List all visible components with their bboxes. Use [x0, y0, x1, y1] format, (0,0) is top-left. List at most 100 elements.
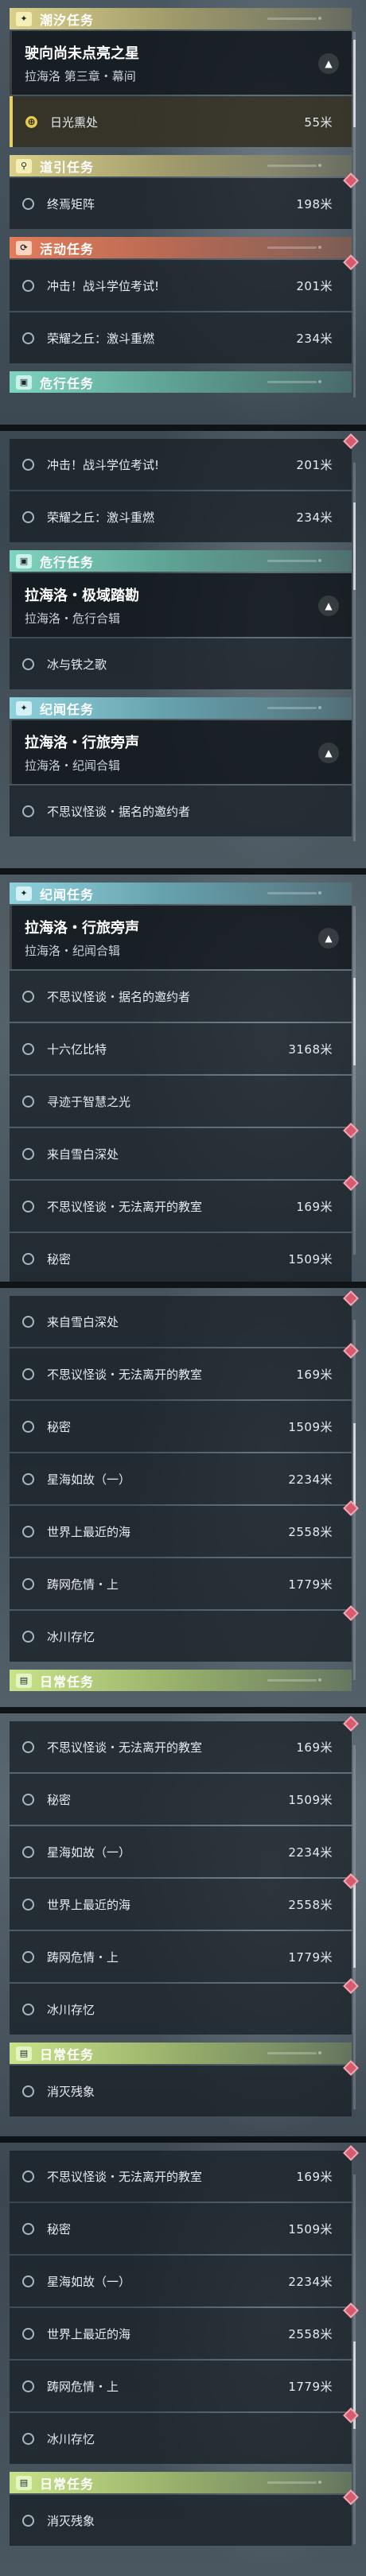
- quest-row[interactable]: 消灭残象: [10, 2060, 359, 2116]
- category-header[interactable]: ✦ 纪闻任务: [10, 883, 352, 904]
- category-header[interactable]: ▤ 日常任务: [10, 2472, 352, 2493]
- category-header[interactable]: ✦ 潮汐任务: [10, 8, 352, 29]
- quest-name: 世界上最近的海: [47, 2326, 131, 2341]
- category-label: 危行任务: [40, 375, 95, 391]
- story-task-icon: ✦: [16, 700, 32, 716]
- quest-row[interactable]: 来自雪白深处: [10, 1123, 359, 1179]
- circle-icon: [22, 1630, 34, 1643]
- quest-row[interactable]: 踌网危情・上 1779米: [10, 1931, 352, 1982]
- quest-row[interactable]: 不思议怪谈・无法离开的教室 169米: [10, 2145, 359, 2202]
- circle-icon: [22, 1740, 34, 1753]
- quest-chapter-header[interactable]: 拉海洛・极域踏勘 拉海洛・危行合辑 ▲: [10, 573, 352, 637]
- circle-icon: [22, 1845, 34, 1858]
- category-header[interactable]: ▤ 日常任务: [10, 1670, 352, 1691]
- scrollbar-thumb[interactable]: [353, 40, 356, 127]
- scrollbar[interactable]: [353, 2174, 356, 2544]
- quest-row[interactable]: 不思议怪谈・无法离开的教室 169米: [10, 1343, 359, 1399]
- quest-row[interactable]: 世界上最近的海 2558米: [10, 1873, 359, 1930]
- category-label: 潮汐任务: [40, 12, 95, 28]
- quest-row[interactable]: 冲击！战斗学位考试! 201米: [10, 433, 359, 490]
- circle-icon: [22, 2380, 34, 2392]
- scrollbar[interactable]: [353, 463, 356, 841]
- quest-row[interactable]: ⊕ 日光熏处 55米: [10, 96, 352, 147]
- quest-distance: 201米: [296, 457, 333, 472]
- category-header[interactable]: ✦ 纪闻任务: [10, 697, 352, 719]
- quest-distance: 169米: [296, 1740, 333, 1755]
- circle-icon: [22, 2085, 34, 2097]
- category-header[interactable]: ▣ 危行任务: [10, 550, 352, 572]
- scrollbar-thumb[interactable]: [353, 502, 356, 590]
- scrollbar-thumb[interactable]: [353, 1880, 356, 1968]
- danger-task-icon: ▣: [16, 374, 32, 390]
- quest-row[interactable]: 秘密 1509米: [10, 1774, 352, 1825]
- quest-row[interactable]: 踌网危情・上 1779米: [10, 1558, 352, 1609]
- quest-row[interactable]: 踌网危情・上 1779米: [10, 2361, 352, 2411]
- quest-name: 冲击！战斗学位考试!: [47, 457, 160, 472]
- quest-distance: 3168米: [288, 1042, 333, 1057]
- circle-icon: [22, 197, 34, 210]
- category-header[interactable]: ⟳ 活动任务: [10, 237, 352, 258]
- chapter-title: 驶向尚未点亮之星: [25, 45, 139, 62]
- scrollbar[interactable]: [353, 1320, 356, 1680]
- quest-name: 冰与铁之歌: [47, 657, 107, 672]
- quest-name: 日光熏处: [50, 114, 99, 130]
- quest-chapter-header[interactable]: 拉海洛・行旅旁声 拉海洛・纪闻合辑 ▲: [10, 906, 352, 969]
- quest-row[interactable]: 终焉矩阵 198米: [10, 173, 359, 229]
- quest-row[interactable]: 不思议怪谈・无法离开的教室 169米: [10, 1716, 359, 1772]
- quest-name: 消灭残象: [47, 2513, 95, 2528]
- quest-row[interactable]: 世界上最近的海 2558米: [10, 2302, 359, 2359]
- scrollbar-thumb[interactable]: [353, 978, 356, 1065]
- scrollbar[interactable]: [353, 32, 356, 398]
- quest-row[interactable]: 消灭残象: [10, 2489, 359, 2546]
- screen-divider: [0, 1282, 366, 1288]
- chevron-up-icon[interactable]: ▲: [318, 596, 339, 616]
- quest-distance: 1779米: [288, 1949, 333, 1965]
- chevron-up-icon[interactable]: ▲: [318, 928, 339, 949]
- quest-row[interactable]: 荣耀之丘：激斗重燃 234米: [10, 491, 352, 542]
- chapter-subtitle: 拉海洛 第三章・幕间: [25, 69, 136, 83]
- quest-row[interactable]: 秘密 1509米: [10, 2203, 352, 2254]
- quest-row[interactable]: 秘密 1509米: [10, 1233, 352, 1284]
- quest-row[interactable]: 冰川存忆: [10, 1978, 359, 2035]
- circle-icon: [22, 332, 34, 344]
- quest-name: 不思议怪谈・无法离开的教室: [47, 1367, 203, 1382]
- quest-row[interactable]: 冰与铁之歌: [10, 638, 352, 689]
- category-header[interactable]: ⚲ 道引任务: [10, 155, 352, 177]
- chevron-up-icon[interactable]: ▲: [318, 743, 339, 763]
- quest-row[interactable]: 冰川存忆: [10, 1605, 359, 1662]
- quest-row[interactable]: 十六亿比特 3168米: [10, 1023, 352, 1074]
- circle-icon: [22, 1200, 34, 1212]
- quest-name: 冲击！战斗学位考试!: [47, 278, 160, 293]
- decoration-line: [267, 164, 321, 167]
- chevron-up-icon[interactable]: ▲: [318, 53, 339, 74]
- quest-chapter-header[interactable]: 驶向尚未点亮之星 拉海洛 第三章・幕间 ▲: [10, 31, 352, 95]
- quest-row[interactable]: 秘密 1509米: [10, 1401, 352, 1452]
- quest-row[interactable]: 世界上最近的海 2558米: [10, 1500, 359, 1557]
- category-header[interactable]: ▣ 危行任务: [10, 371, 352, 393]
- quest-row[interactable]: 不思议怪谈・无法离开的教室 169米: [10, 1175, 359, 1232]
- quest-row[interactable]: 不思议怪谈・据名的邀约者: [10, 971, 352, 1022]
- quest-row[interactable]: 寻迹于智慧之光: [10, 1076, 352, 1127]
- quest-row[interactable]: 星海如故（一） 2234米: [10, 1453, 352, 1504]
- screen-divider: [0, 868, 366, 875]
- chapter-subtitle: 拉海洛・危行合辑: [25, 611, 121, 626]
- quest-row[interactable]: 冲击！战斗学位考试! 201米: [10, 254, 359, 311]
- quest-row[interactable]: 荣耀之丘：激斗重燃 234米: [10, 312, 352, 363]
- quest-name: 终焉矩阵: [47, 196, 95, 211]
- quest-chapter-header[interactable]: 拉海洛・行旅旁声 拉海洛・纪闻合辑 ▲: [10, 720, 352, 784]
- diamond-marker-icon: [343, 433, 359, 449]
- circle-icon: [22, 1420, 34, 1433]
- scrollbar[interactable]: [353, 906, 356, 1255]
- category-header[interactable]: ▤ 日常任务: [10, 2043, 352, 2064]
- quest-row[interactable]: 不思议怪谈・据名的邀约者: [10, 786, 352, 836]
- quest-row[interactable]: 星海如故（一） 2234米: [10, 1826, 352, 1877]
- quest-row[interactable]: 来自雪白深处: [10, 1290, 359, 1347]
- scrollbar[interactable]: [353, 1745, 356, 2109]
- quest-name: 秘密: [47, 1419, 72, 1434]
- quest-row[interactable]: 星海如故（一） 2234米: [10, 2256, 352, 2306]
- circle-icon: [22, 805, 34, 817]
- scrollbar-thumb[interactable]: [353, 1423, 356, 1511]
- chapter-subtitle: 拉海洛・纪闻合辑: [25, 758, 121, 773]
- chapter-subtitle: 拉海洛・纪闻合辑: [25, 944, 121, 958]
- quest-row[interactable]: 冰川存忆: [10, 2407, 359, 2464]
